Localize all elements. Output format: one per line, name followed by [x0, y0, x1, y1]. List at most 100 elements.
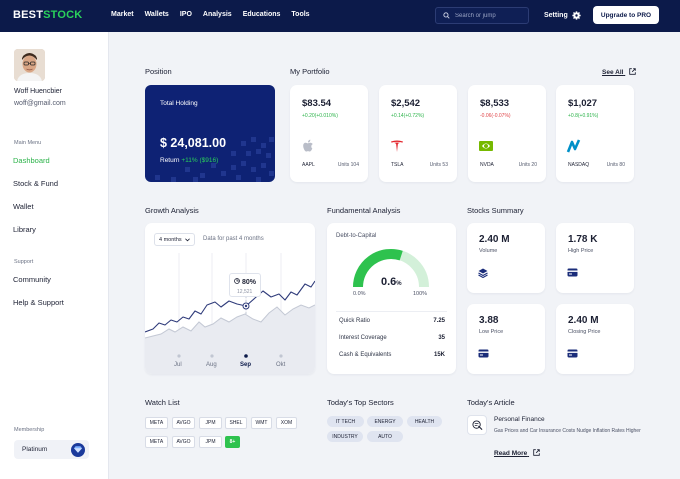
see-all-link[interactable]: See All [602, 68, 636, 76]
stock-price: $1,027 [568, 98, 598, 109]
user-email: woff@gmail.com [14, 100, 66, 107]
stock-price: $83.54 [302, 98, 332, 109]
month-label-okt[interactable]: Okt [276, 362, 285, 368]
nav-educations[interactable]: Educations [243, 11, 281, 18]
sidebar-item-help-support[interactable]: Help & Support [13, 298, 64, 307]
sidebar-item-library[interactable]: Library [13, 225, 36, 234]
position-title: Position [145, 67, 172, 76]
gauge-min: 0.0% [353, 291, 366, 297]
watch-chip-jpm-2[interactable]: JPM [199, 436, 222, 448]
main-nav: Market Wallets IPO Analysis Educations T… [111, 11, 310, 18]
nav-market[interactable]: Market [111, 11, 134, 18]
sector-health[interactable]: HEALTH [407, 416, 442, 427]
summary-value: 1.78 K [568, 234, 598, 245]
return-label: Return [160, 157, 180, 164]
layers-icon [478, 268, 488, 278]
sidebar-item-dashboard[interactable]: Dashboard [13, 156, 50, 165]
nav-tools[interactable]: Tools [291, 11, 309, 18]
sector-auto[interactable]: AUTO [367, 431, 403, 442]
gauge-max: 100% [413, 291, 428, 297]
tooltip-value: 80% [234, 278, 256, 286]
metric-value: 15K [433, 352, 445, 358]
avatar[interactable] [14, 49, 45, 81]
search-icon [443, 12, 450, 19]
stock-ticker: NVDA [480, 162, 494, 168]
watch-chip-shel[interactable]: SHEL [225, 417, 247, 429]
sidebar-item-stock-fund[interactable]: Stock & Fund [13, 179, 58, 188]
sector-industry[interactable]: INDUSTRY [327, 431, 363, 442]
summary-card-high-price[interactable]: 1.78 K High Price [556, 223, 634, 293]
summary-label: Low Price [479, 329, 504, 335]
external-link-icon [533, 449, 540, 456]
summary-card-low-price[interactable]: 3.88 Low Price [467, 304, 545, 374]
gauge-value: 0.6% [381, 276, 402, 288]
article-heading[interactable]: Personal Finance [494, 416, 545, 423]
logo-part-2: STOCK [43, 9, 83, 21]
summary-card-volume[interactable]: 2.40 M Volume [467, 223, 545, 293]
summary-label: High Price [568, 248, 594, 254]
summary-label: Volume [479, 248, 498, 254]
sector-energy[interactable]: ENERGY [367, 416, 403, 427]
metric-quick-ratio: Quick Ratio 7.25 [339, 318, 445, 324]
sidebar-item-community[interactable]: Community [13, 275, 51, 284]
sidebar-item-wallet[interactable]: Wallet [13, 202, 34, 211]
apple-icon [303, 139, 313, 152]
fundamental-card: Debt-to-Capital 0.6% 0.0% 100% Quick Rat… [327, 223, 456, 374]
stock-units: Units 104 [337, 162, 359, 168]
read-more-link[interactable]: Read More [494, 449, 540, 457]
holding-return: Return +11% ($916) [160, 157, 218, 164]
sector-it-tech[interactable]: IT TECH [327, 416, 364, 427]
watch-chip-meta-2[interactable]: META [145, 436, 168, 448]
support-label: Support [14, 259, 34, 265]
divider [336, 311, 447, 312]
stock-change: +0.8(+0.91%) [568, 113, 599, 119]
stock-card-nvda[interactable]: $8,533 -0.06(-0.07%) NVDA Units 20 [468, 85, 546, 182]
stock-card-aapl[interactable]: $83.54 +0.20(+0.010%) AAPL Units 104 [290, 85, 368, 182]
holding-label: Total Holding [160, 100, 198, 107]
watch-more-button[interactable]: 8+ [225, 436, 240, 448]
logo[interactable]: BESTSTOCK [13, 9, 82, 21]
watch-chip-wmt[interactable]: WMT [251, 417, 272, 429]
summary-value: 2.40 M [568, 315, 599, 326]
stock-price: $2,542 [391, 98, 421, 109]
membership-plan[interactable]: Platinum [14, 440, 89, 459]
stock-price: $8,533 [480, 98, 510, 109]
card-icon [478, 349, 489, 358]
article-thumbnail[interactable] [467, 415, 487, 435]
read-more-label: Read More [494, 450, 528, 457]
metric-value: 35 [438, 335, 445, 341]
stock-card-nasdaq[interactable]: $1,027 +0.8(+0.91%) NASDAQ Units 80 [556, 85, 634, 182]
sidebar: Woff Huencbier woff@gmail.com Main Menu … [0, 32, 109, 479]
stock-ticker: TSLA [391, 162, 404, 168]
stock-units: Units 20 [518, 162, 537, 168]
sectors-title: Today's Top Sectors [327, 398, 394, 407]
total-holding-card[interactable]: Total Holding $ 24,081.00 Return +11% ($… [145, 85, 275, 182]
watch-chip-meta[interactable]: META [145, 417, 168, 429]
nav-ipo[interactable]: IPO [180, 11, 192, 18]
summary-card-closing-price[interactable]: 2.40 M Closing Price [556, 304, 634, 374]
month-label-jul[interactable]: Jul [174, 362, 182, 368]
month-label-sep[interactable]: Sep [240, 362, 251, 368]
nav-wallets[interactable]: Wallets [145, 11, 169, 18]
user-name: Woff Huencbier [14, 88, 62, 95]
pie-icon [234, 278, 240, 284]
watch-chip-jpm[interactable]: JPM [199, 417, 222, 429]
search-input[interactable] [455, 12, 525, 19]
chart-tooltip: 80% 12,521 [229, 273, 261, 297]
nav-analysis[interactable]: Analysis [203, 11, 232, 18]
watchlist-title: Watch List [145, 398, 180, 407]
setting-button[interactable]: Setting [544, 11, 581, 20]
membership-label: Membership [14, 427, 45, 433]
tooltip-percent: 80% [241, 279, 256, 286]
watch-chip-xom[interactable]: XOM [276, 417, 297, 429]
tooltip-sub: 12,521 [237, 289, 253, 295]
stock-card-tsla[interactable]: $2,542 +0.14(+0.72%) TSLA Units 53 [379, 85, 457, 182]
nasdaq-icon [566, 139, 581, 153]
search-box[interactable] [435, 7, 529, 24]
month-label-aug[interactable]: Aug [206, 362, 217, 368]
chat-bubble-icon [471, 419, 482, 430]
watch-chip-avgo[interactable]: AVGO [172, 417, 195, 429]
watch-chip-avgo-2[interactable]: AVGO [172, 436, 195, 448]
card-icon [567, 268, 578, 277]
upgrade-button[interactable]: Upgrade to PRO [593, 6, 659, 24]
